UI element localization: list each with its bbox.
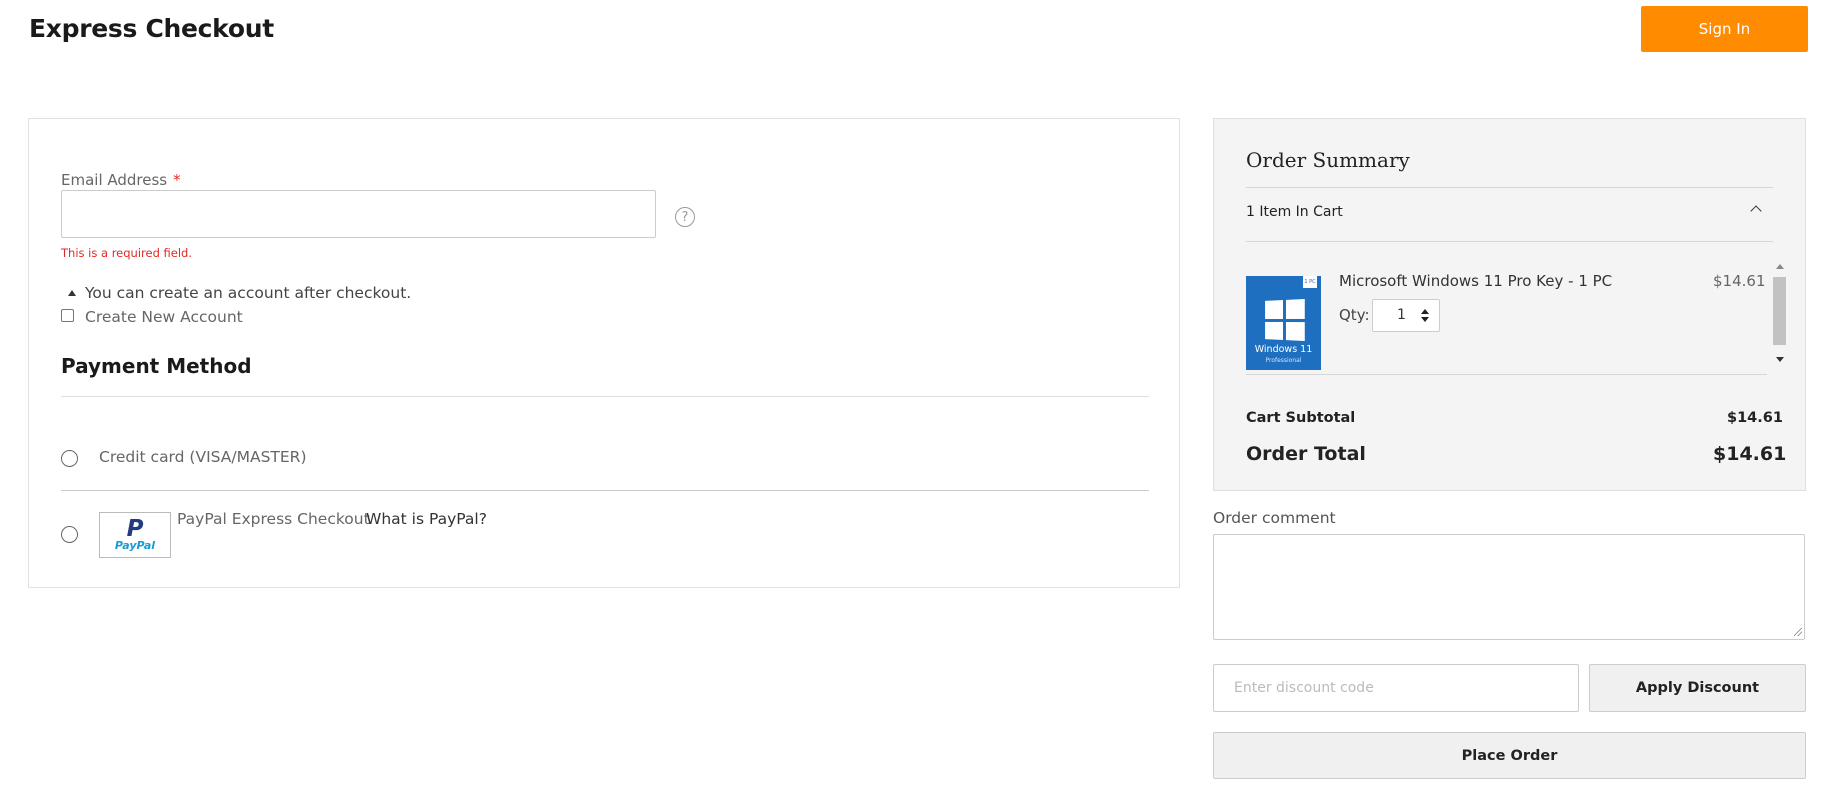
create-account-label: Create New Account (85, 308, 243, 326)
quantity-stepper[interactable]: 1 (1372, 299, 1440, 332)
product-price: $14.61 (1713, 272, 1766, 290)
qty-label: Qty: (1339, 306, 1370, 324)
resize-handle-icon[interactable] (1794, 628, 1802, 636)
product-image-text: Windows 11 (1254, 344, 1313, 355)
scroll-thumb[interactable] (1773, 277, 1786, 345)
order-summary-title: Order Summary (1246, 148, 1410, 172)
decrement-icon[interactable] (1421, 317, 1429, 322)
order-comment-field[interactable] (1213, 534, 1805, 640)
increment-icon[interactable] (1421, 309, 1429, 314)
page-title: Express Checkout (29, 14, 274, 43)
scroll-up-icon[interactable] (1776, 264, 1784, 269)
windows-logo-icon (1265, 299, 1305, 341)
paypal-logo: P PayPal (99, 512, 171, 558)
qty-value[interactable]: 1 (1397, 307, 1406, 323)
payment-method-title: Payment Method (61, 354, 252, 378)
product-image-subtext: Professional (1265, 357, 1302, 364)
sign-in-button[interactable]: Sign In (1641, 6, 1808, 52)
create-account-option[interactable]: Create New Account (61, 308, 243, 326)
apply-discount-button[interactable]: Apply Discount (1589, 664, 1806, 712)
divider (1246, 374, 1767, 375)
email-label-text: Email Address (61, 171, 168, 189)
divider (1246, 241, 1773, 242)
scroll-down-icon[interactable] (1776, 357, 1784, 362)
required-star: * (173, 171, 181, 189)
divider (61, 396, 1149, 397)
order-total-label: Order Total (1246, 443, 1366, 465)
items-in-cart-toggle[interactable]: 1 Item In Cart (1246, 204, 1343, 220)
divider (61, 490, 1149, 491)
account-info-note: You can create an account after checkout… (68, 284, 411, 302)
account-info-text: You can create an account after checkout… (85, 284, 412, 302)
email-field[interactable] (61, 190, 656, 238)
credit-card-radio[interactable] (61, 450, 78, 467)
help-icon[interactable]: ? (675, 207, 695, 227)
cart-subtotal-value: $14.61 (1727, 410, 1783, 426)
credit-card-label[interactable]: Credit card (VISA/MASTER) (99, 448, 307, 466)
paypal-radio[interactable] (61, 526, 78, 543)
triangle-up-icon (68, 290, 76, 296)
what-is-paypal-link[interactable]: What is PayPal? (366, 510, 487, 528)
cart-subtotal-label: Cart Subtotal (1246, 410, 1356, 426)
paypal-logo-text: PayPal (114, 538, 156, 552)
email-label: Email Address * (61, 171, 181, 189)
product-image: 1 PC Windows 11 Professional (1246, 276, 1321, 370)
product-name: Microsoft Windows 11 Pro Key - 1 PC (1339, 272, 1613, 290)
paypal-label[interactable]: PayPal Express Checkout (177, 510, 370, 528)
place-order-button[interactable]: Place Order (1213, 732, 1806, 779)
order-total-value: $14.61 (1713, 443, 1787, 465)
email-error-message: This is a required field. (61, 246, 193, 260)
paypal-p-icon: P (126, 515, 144, 542)
discount-code-input[interactable]: Enter discount code (1213, 664, 1579, 712)
divider (1246, 187, 1773, 188)
create-account-checkbox[interactable] (61, 309, 74, 322)
product-image-tag: 1 PC (1303, 276, 1317, 288)
order-comment-label: Order comment (1213, 509, 1336, 527)
